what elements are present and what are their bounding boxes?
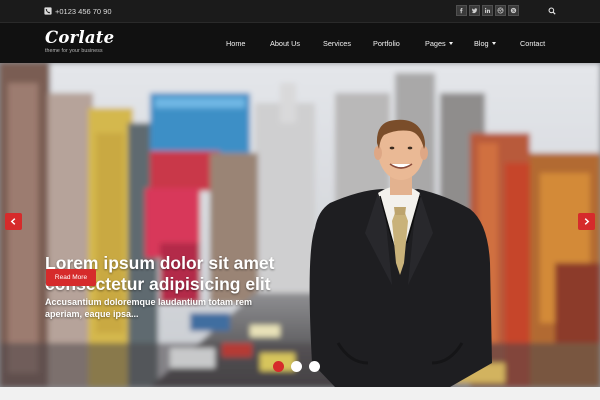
main-header: Corlate theme for your business Home Abo… bbox=[0, 22, 600, 63]
nav-item-blog-label: Blog bbox=[474, 39, 489, 48]
skype-icon[interactable] bbox=[508, 5, 519, 16]
slider-pagination bbox=[273, 361, 320, 372]
caret-down-icon bbox=[448, 42, 453, 45]
site-logo[interactable]: Corlate theme for your business bbox=[45, 28, 115, 55]
social-links bbox=[456, 5, 519, 16]
caret-down-icon bbox=[491, 42, 496, 45]
content-section-edge bbox=[0, 387, 600, 400]
nav-item-home[interactable]: Home bbox=[226, 23, 245, 64]
nav-item-blog[interactable]: Blog bbox=[474, 23, 496, 64]
top-bar: +0123 456 70 90 bbox=[0, 0, 600, 22]
read-more-button[interactable]: Read More bbox=[46, 269, 96, 286]
logo-tagline: theme for your business bbox=[45, 48, 103, 54]
slider-next-button[interactable] bbox=[578, 213, 595, 230]
facebook-icon[interactable] bbox=[456, 5, 467, 16]
chevron-right-icon bbox=[584, 218, 590, 225]
slider-dot-1[interactable] bbox=[273, 361, 284, 372]
nav-item-pages-label: Pages bbox=[425, 39, 446, 48]
nav-item-pages[interactable]: Pages bbox=[425, 23, 453, 64]
nav-item-contact[interactable]: Contact bbox=[520, 23, 545, 64]
phone-contact: +0123 456 70 90 bbox=[44, 5, 112, 17]
hero-slider: Lorem ipsum dolor sit amet consectetur a… bbox=[0, 63, 600, 387]
phone-number: +0123 456 70 90 bbox=[55, 6, 112, 16]
phone-icon bbox=[44, 7, 52, 15]
nav-item-about[interactable]: About Us bbox=[270, 23, 300, 64]
dribbble-icon[interactable] bbox=[495, 5, 506, 16]
search-icon[interactable] bbox=[546, 5, 557, 16]
nav-item-portfolio[interactable]: Portfolio bbox=[373, 23, 400, 64]
chevron-left-icon bbox=[10, 218, 16, 225]
twitter-icon[interactable] bbox=[469, 5, 480, 16]
slider-dot-3[interactable] bbox=[309, 361, 320, 372]
hero-subtitle: Accusantium doloremque laudantium totam … bbox=[45, 297, 253, 319]
logo-text: Corlate bbox=[45, 28, 115, 47]
linkedin-icon[interactable] bbox=[482, 5, 493, 16]
slider-dot-2[interactable] bbox=[291, 361, 302, 372]
nav-item-services[interactable]: Services bbox=[323, 23, 351, 64]
hero-background-image bbox=[0, 63, 600, 387]
slider-prev-button[interactable] bbox=[5, 213, 22, 230]
